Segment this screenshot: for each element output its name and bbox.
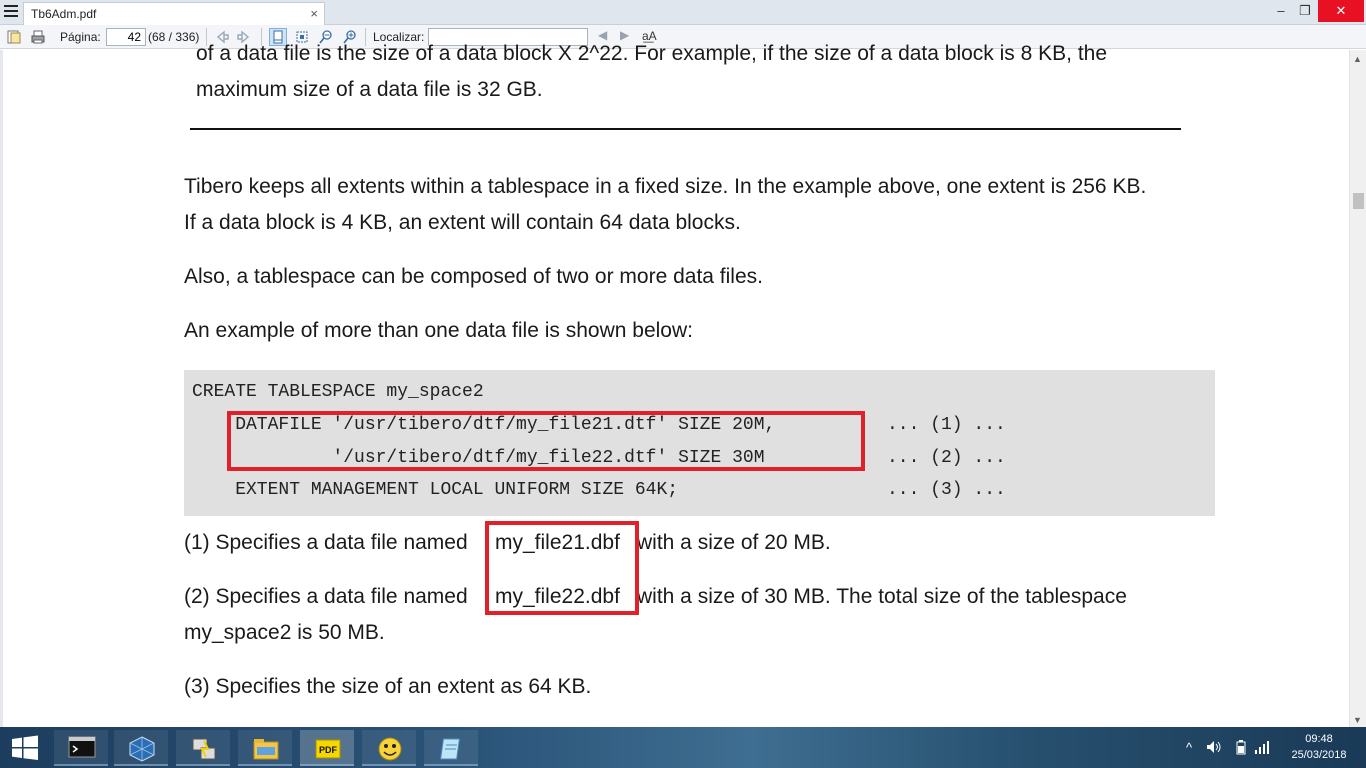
- item-2-suffix: with a size of 30 MB. The total size of …: [637, 585, 1127, 608]
- item-2-line-2: my_space2 is 50 MB.: [184, 621, 385, 644]
- hamburger-menu-icon[interactable]: [4, 5, 18, 19]
- code-reference-3: ... (3) ...: [887, 480, 1006, 500]
- windows-start-icon[interactable]: [0, 727, 50, 768]
- note-divider: [190, 128, 1181, 130]
- battery-icon[interactable]: [1236, 740, 1246, 755]
- item-1-suffix: with a size of 20 MB.: [637, 531, 831, 554]
- cmd-icon: [68, 736, 96, 758]
- code-line-4: EXTENT MANAGEMENT LOCAL UNIFORM SIZE 64K…: [192, 480, 679, 500]
- print-icon[interactable]: [30, 29, 46, 45]
- note-text-line-2: maximum size of a data file is 32 GB.: [196, 78, 543, 101]
- file-explorer-icon: [253, 739, 279, 760]
- datafile-highlight-box: [227, 411, 865, 471]
- volume-icon[interactable]: [1206, 740, 1222, 754]
- title-bar: Tb6Adm.pdf × – ❐ ✕: [0, 0, 1366, 25]
- note-text-line-1: of a data file is the size of a data blo…: [196, 42, 1108, 65]
- page-number-input[interactable]: [106, 28, 146, 46]
- paragraph-1-line-2: If a data block is 4 KB, an extent will …: [184, 211, 741, 234]
- paragraph-2: Also, a tablespace can be composed of tw…: [184, 265, 763, 288]
- network-signal-icon[interactable]: [1254, 740, 1270, 754]
- clock-time: 09:48: [1305, 733, 1333, 745]
- code-line-1: CREATE TABLESPACE my_space2: [192, 382, 484, 402]
- page-left-edge: [0, 50, 3, 727]
- item-1-prefix: (1) Specifies a data file named: [184, 531, 468, 554]
- paragraph-1-line-1: Tibero keeps all extents within a tables…: [184, 175, 1147, 198]
- item-3: (3) Specifies the size of an extent as 6…: [184, 675, 592, 698]
- taskbar-file-explorer[interactable]: [238, 730, 292, 766]
- find-next-icon[interactable]: ▶: [620, 28, 629, 42]
- clock-date: 25/03/2018: [1291, 749, 1347, 761]
- putty-icon: [192, 738, 216, 760]
- svg-text:PDF: PDF: [319, 745, 338, 755]
- taskbar-putty[interactable]: [176, 730, 230, 766]
- maximize-button[interactable]: ❐: [1290, 0, 1320, 22]
- emoji-app-icon: [378, 737, 402, 761]
- close-window-button[interactable]: ✕: [1318, 0, 1364, 22]
- code-reference-2: ... (2) ...: [887, 448, 1006, 468]
- scroll-down-icon[interactable]: ▼: [1353, 715, 1362, 725]
- paragraph-3: An example of more than one data file is…: [184, 319, 693, 342]
- tab-title: Tb6Adm.pdf: [31, 7, 97, 21]
- pdf-reader-icon: PDF: [315, 739, 341, 759]
- taskbar: PDF ^ 09:48 25/03/2018: [0, 727, 1366, 768]
- match-case-icon[interactable]: a͟A: [642, 29, 657, 43]
- find-previous-icon[interactable]: ◀: [598, 28, 607, 42]
- filename-highlight-box: [485, 521, 639, 615]
- virtualbox-icon: [129, 736, 155, 762]
- system-tray: ^: [1180, 727, 1280, 768]
- page-count: (68 / 336): [148, 30, 200, 44]
- scroll-thumb[interactable]: [1353, 193, 1364, 209]
- tab-close-icon[interactable]: ×: [310, 6, 318, 21]
- scroll-up-icon[interactable]: ▲: [1353, 54, 1362, 64]
- item-2-prefix: (2) Specifies a data file named: [184, 585, 468, 608]
- taskbar-pdf-reader[interactable]: PDF: [300, 730, 354, 766]
- code-reference-1: ... (1) ...: [887, 415, 1006, 435]
- open-file-icon[interactable]: [6, 29, 22, 45]
- vertical-scrollbar[interactable]: ▲ ▼: [1349, 50, 1366, 727]
- document-tab[interactable]: Tb6Adm.pdf ×: [23, 2, 325, 25]
- taskbar-cmd[interactable]: [54, 730, 108, 766]
- taskbar-virtualbox[interactable]: [114, 730, 168, 766]
- taskbar-emoji-app[interactable]: [362, 730, 416, 766]
- page-label: Página:: [60, 30, 101, 44]
- tray-overflow-icon[interactable]: ^: [1186, 740, 1192, 755]
- taskbar-notepad[interactable]: [424, 730, 478, 766]
- system-clock[interactable]: 09:48 25/03/2018: [1284, 731, 1354, 763]
- notepad-icon: [440, 738, 461, 760]
